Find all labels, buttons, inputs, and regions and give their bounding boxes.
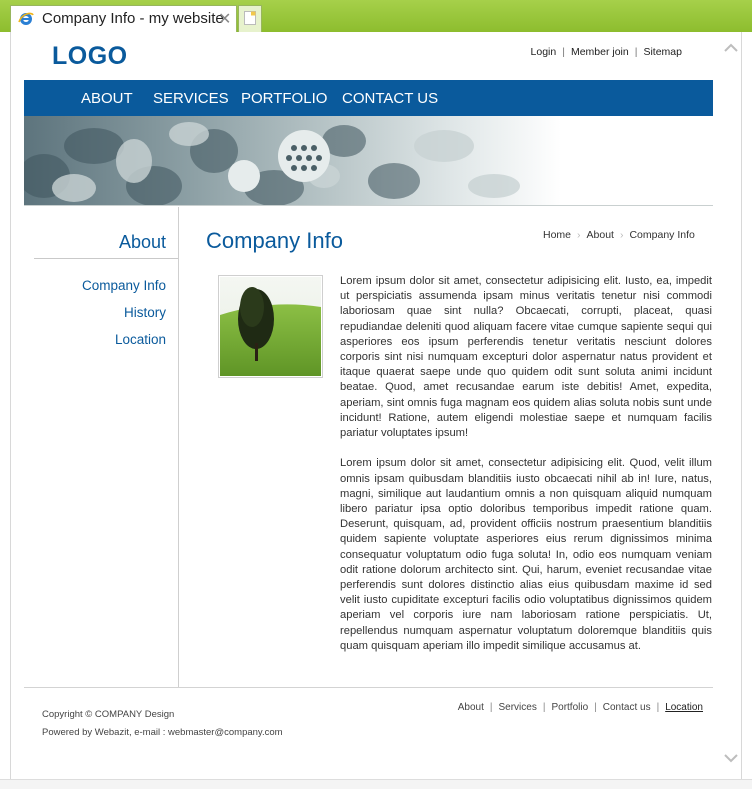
separator: |: [562, 46, 565, 58]
utility-links: Login | Member join | Sitemap: [531, 46, 682, 58]
breadcrumb: Home › About › Company Info: [543, 229, 695, 241]
footer-links: About | Services | Portfolio | Contact u…: [458, 702, 703, 713]
scroll-up-icon[interactable]: [723, 40, 739, 56]
new-tab-button[interactable]: [238, 5, 262, 32]
footer-link-contact-us[interactable]: Contact us: [603, 702, 651, 713]
nav-about[interactable]: ABOUT: [81, 90, 133, 107]
powered-by-text: Powered by Webazit, e-mail : webmaster@c…: [42, 727, 283, 738]
login-link[interactable]: Login: [531, 46, 557, 58]
separator: |: [489, 702, 493, 713]
footer-divider: [24, 687, 713, 688]
new-tab-icon: [244, 11, 256, 25]
footer-link-about[interactable]: About: [458, 702, 484, 713]
paragraph: Lorem ipsum dolor sit amet, consectetur …: [340, 275, 712, 440]
nav-portfolio[interactable]: PORTFOLIO: [241, 90, 327, 107]
site-logo[interactable]: LOGO: [52, 42, 128, 71]
copyright-text: Copyright © COMPANY Design: [42, 709, 175, 720]
close-tab-icon[interactable]: ✕: [218, 9, 231, 29]
sidebar-item-history[interactable]: History: [41, 305, 166, 332]
tree-photo: [218, 275, 323, 378]
hero-banner-image: [24, 116, 713, 206]
sidebar-item-company-info[interactable]: Company Info: [41, 278, 166, 305]
footer-link-portfolio[interactable]: Portfolio: [551, 702, 588, 713]
sidebar-title: About: [118, 232, 166, 252]
breadcrumb-current: Company Info: [629, 229, 695, 241]
footer-link-services[interactable]: Services: [499, 702, 537, 713]
sitemap-link[interactable]: Sitemap: [643, 46, 682, 58]
column-divider: [178, 207, 179, 687]
paragraph: Lorem ipsum dolor sit amet, consectetur …: [340, 457, 712, 652]
sidebar-item-location[interactable]: Location: [41, 332, 166, 359]
footer-link-location[interactable]: Location: [665, 702, 703, 713]
breadcrumb-about[interactable]: About: [587, 229, 614, 241]
member-join-link[interactable]: Member join: [571, 46, 629, 58]
sidebar-divider: [34, 258, 179, 259]
tab-title: Company Info - my website: [42, 10, 224, 27]
ie-favicon-icon: [18, 12, 34, 25]
chevron-right-icon: ›: [577, 229, 581, 241]
main-nav: ABOUT SERVICES PORTFOLIO CONTACT US: [24, 80, 713, 116]
sidebar-menu: Company Info History Location: [41, 278, 166, 359]
page-viewport: LOGO Login | Member join | Sitemap ABOUT…: [10, 32, 742, 779]
separator: |: [542, 702, 546, 713]
browser-status-bar: [0, 779, 752, 789]
nav-contact-us[interactable]: CONTACT US: [342, 90, 438, 107]
separator: |: [656, 702, 660, 713]
content-body: Lorem ipsum dolor sit amet, consectetur …: [340, 274, 712, 669]
page-title: Company Info: [206, 228, 343, 253]
separator: |: [634, 46, 638, 58]
separator: |: [594, 702, 597, 713]
chevron-right-icon: ›: [619, 229, 624, 241]
breadcrumb-home[interactable]: Home: [543, 229, 571, 241]
nav-services[interactable]: SERVICES: [153, 90, 229, 107]
footer-copyright: Copyright © COMPANY Design Powered by We…: [42, 706, 283, 742]
browser-tab[interactable]: Company Info - my website ✕: [10, 5, 237, 32]
scroll-down-icon[interactable]: [723, 750, 739, 766]
browser-tab-bar: Company Info - my website ✕: [0, 0, 752, 32]
vertical-scrollbar[interactable]: [721, 32, 741, 779]
